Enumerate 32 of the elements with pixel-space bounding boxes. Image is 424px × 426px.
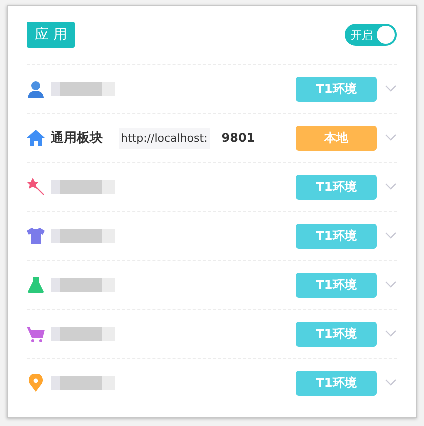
port-field[interactable]: 9801 (216, 131, 272, 145)
chevron-down-icon[interactable] (385, 85, 397, 93)
person-icon (27, 80, 45, 98)
environment-button[interactable]: T1环境 (296, 370, 377, 396)
magic-wand-icon (27, 178, 45, 196)
redacted-name (51, 327, 115, 341)
toggle-switch[interactable]: 开启 (345, 24, 397, 46)
chevron-down-icon[interactable] (385, 134, 397, 142)
redacted-name (51, 376, 115, 390)
url-prefix: http://localhost: (119, 128, 210, 148)
redacted-name (51, 278, 115, 292)
shirt-icon (27, 227, 45, 245)
location-pin-icon (27, 374, 45, 392)
chevron-down-icon[interactable] (385, 232, 397, 240)
environment-button[interactable]: T1环境 (296, 76, 377, 102)
environment-button[interactable]: 本地 (296, 126, 377, 150)
environment-button[interactable]: T1环境 (296, 174, 377, 200)
chevron-down-icon[interactable] (385, 183, 397, 191)
chevron-down-icon[interactable] (385, 379, 397, 387)
apply-button[interactable]: 应 用 (27, 22, 76, 48)
environment-button[interactable]: T1环境 (296, 224, 377, 248)
chevron-down-icon[interactable] (385, 330, 397, 338)
house-icon (27, 129, 45, 147)
redacted-name (51, 229, 115, 243)
environment-button[interactable]: T1环境 (296, 322, 377, 346)
cart-icon (27, 325, 45, 343)
redacted-name (51, 82, 115, 96)
module-name: 通用板块 (51, 130, 103, 147)
flask-icon (27, 276, 45, 294)
chevron-down-icon[interactable] (385, 281, 397, 289)
redacted-name (51, 180, 115, 194)
environment-button[interactable]: T1环境 (296, 272, 377, 298)
